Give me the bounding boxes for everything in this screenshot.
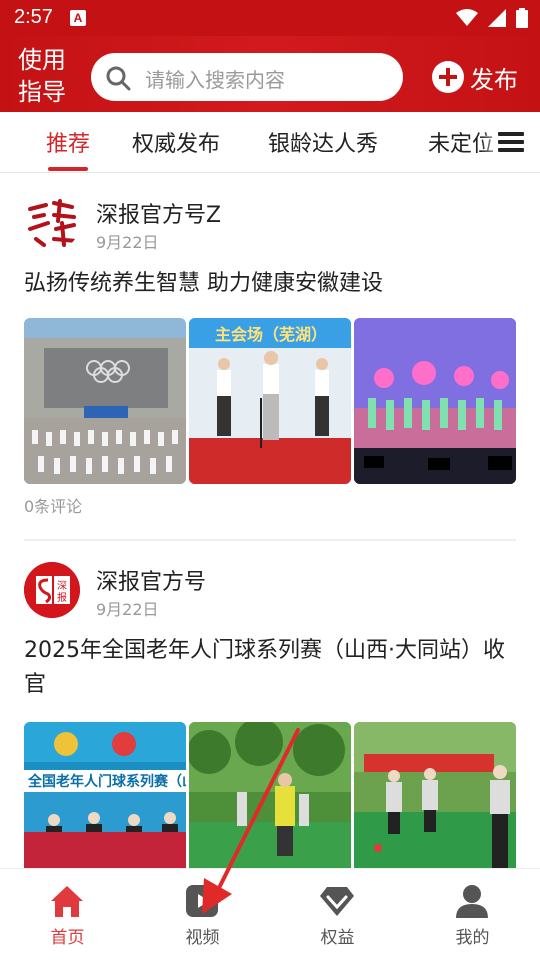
- ceremony-stage-photo: 全国老年人门球系列赛（山: [24, 722, 186, 868]
- post-date: 9月22日: [96, 600, 159, 619]
- svg-text:深: 深: [57, 580, 67, 592]
- account-name[interactable]: 深报官方号: [96, 564, 206, 596]
- nav-video[interactable]: 视频: [135, 869, 270, 961]
- post-image[interactable]: [189, 722, 351, 868]
- nav-label: 视频: [185, 928, 220, 948]
- app-header: 使用指导 请输入搜索内容 发布: [0, 36, 540, 112]
- status-icons: [456, 8, 528, 28]
- tab-silver-talent-show[interactable]: 银龄达人秀: [268, 126, 378, 158]
- nav-label: 权益: [320, 928, 355, 948]
- post-image[interactable]: [354, 318, 516, 484]
- home-icon: [51, 886, 83, 917]
- nav-label: 我的: [455, 928, 490, 948]
- stage-speech-photo: 主会场（芜湖）: [189, 318, 351, 484]
- dance-performance-photo: [354, 318, 516, 484]
- account-avatar[interactable]: 深 报: [24, 562, 80, 618]
- post-image[interactable]: [354, 722, 516, 868]
- signal-icon: [488, 9, 506, 27]
- menu-icon[interactable]: [498, 132, 524, 152]
- post-image[interactable]: [24, 318, 186, 484]
- account-avatar[interactable]: [24, 195, 80, 251]
- comment-count[interactable]: 0条评论: [24, 493, 82, 517]
- video-icon: [186, 885, 218, 917]
- image-caption: 全国老年人门球系列赛（山: [27, 773, 186, 790]
- search-placeholder: 请输入搜索内容: [145, 68, 285, 92]
- active-tab-indicator: [48, 167, 88, 171]
- nav-home[interactable]: 首页: [0, 869, 135, 961]
- bottom-nav: 首页 视频 权益 我的: [0, 868, 540, 961]
- post-date: 9月22日: [96, 233, 159, 252]
- svg-text:报: 报: [57, 591, 67, 604]
- post-image[interactable]: 全国老年人门球系列赛（山: [24, 722, 186, 868]
- category-tabs: 推荐 权威发布 银龄达人秀 未定位: [0, 112, 540, 173]
- battery-icon: [516, 8, 528, 28]
- gateball-players-photo: [354, 722, 516, 868]
- tab-recommend[interactable]: 推荐: [46, 126, 90, 158]
- post-images: 主会场（芜湖）: [24, 318, 516, 484]
- diamond-icon: [320, 887, 354, 916]
- news-feed: 深报官方号Z 9月22日 弘扬传统养生智慧 助力健康安徽建设 主会场（芜湖） 0…: [0, 173, 540, 868]
- gateball-court-photo: [189, 722, 351, 868]
- image-caption: 主会场（芜湖）: [215, 325, 327, 344]
- nav-label: 首页: [50, 928, 85, 948]
- post-title[interactable]: 2025年全国老年人门球系列赛（山西·大同站）收官: [24, 634, 516, 702]
- stadium-photo: [24, 318, 186, 484]
- status-bar: 2:57 A: [0, 0, 540, 36]
- use-guide-button[interactable]: 使用指导: [18, 44, 80, 108]
- publish-button[interactable]: 发布: [432, 60, 518, 94]
- post-images: 全国老年人门球系列赛（山: [24, 722, 516, 868]
- calligraphy-logo-icon: [28, 199, 78, 247]
- shenbao-logo-icon: 深 报: [24, 562, 80, 618]
- profile-icon: [456, 885, 488, 918]
- search-bar[interactable]: 请输入搜索内容: [91, 53, 403, 101]
- notification-icon: A: [70, 10, 86, 26]
- post-image[interactable]: 主会场（芜湖）: [189, 318, 351, 484]
- plus-icon: [432, 61, 464, 93]
- status-time: 2:57: [14, 6, 53, 28]
- publish-label: 发布: [470, 65, 518, 94]
- post-divider: [24, 539, 516, 541]
- nav-profile[interactable]: 我的: [405, 869, 540, 961]
- account-name[interactable]: 深报官方号Z: [96, 197, 221, 229]
- post-title[interactable]: 弘扬传统养生智慧 助力健康安徽建设: [24, 267, 516, 301]
- nav-benefits[interactable]: 权益: [270, 869, 405, 961]
- wifi-icon: [456, 9, 478, 26]
- search-icon: [106, 66, 131, 91]
- tab-authority-release[interactable]: 权威发布: [132, 126, 220, 158]
